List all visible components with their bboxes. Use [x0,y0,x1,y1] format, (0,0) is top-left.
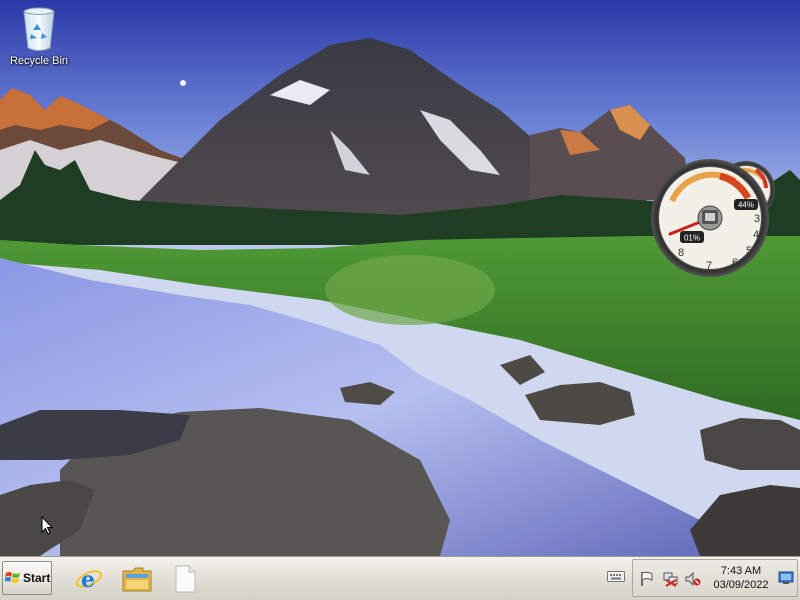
desktop[interactable]: Recycle Bin 3 4 5 6 7 8 01% 44% [0,0,800,556]
system-clock[interactable]: 7:43 AM 03/09/2022 [709,564,773,592]
cpu-meter-dial: 3 4 3 4 5 6 7 8 01% 44% [651,159,775,277]
taskbar: Start e 7:43 AM 03/09/2022 [0,556,800,600]
dial-number: 3 [754,213,760,225]
show-desktop-icon[interactable] [778,570,794,586]
dial-number: 5 [746,245,752,257]
dial-number: 4 [753,229,759,241]
memory-percent-label: 44% [738,201,754,210]
desktop-icon-label: Recycle Bin [9,55,69,67]
quick-launch-internet-explorer[interactable]: e [72,562,106,596]
start-label: Start [23,571,51,585]
network-icon[interactable] [663,571,679,587]
keyboard-icon[interactable] [607,569,625,583]
cpu-percent-label: 01% [684,234,700,243]
notification-area: 7:43 AM 03/09/2022 [632,559,798,597]
desktop-icon-recycle-bin[interactable]: Recycle Bin [4,6,74,67]
windows-logo-icon [5,572,20,583]
volume-muted-icon[interactable] [685,571,701,587]
cpu-meter-gadget[interactable]: 3 4 3 4 5 6 7 8 01% 44% [650,156,776,280]
recycle-bin-icon [23,7,55,51]
dial-number: 8 [678,247,684,259]
quick-launch-windows-explorer[interactable] [120,562,154,596]
dial-number: 6 [732,257,738,269]
internet-explorer-icon: e [75,567,103,593]
mouse-cursor-icon [41,516,53,535]
dial-number: 7 [706,260,712,272]
folder-icon [122,567,152,592]
quick-launch-blank-document[interactable] [168,562,202,596]
svg-text:e: e [81,567,95,593]
document-icon [175,565,196,593]
clock-time: 7:43 AM [720,565,762,577]
flag-icon[interactable] [639,571,655,587]
clock-date: 03/09/2022 [713,579,769,591]
start-button[interactable]: Start [2,561,52,595]
